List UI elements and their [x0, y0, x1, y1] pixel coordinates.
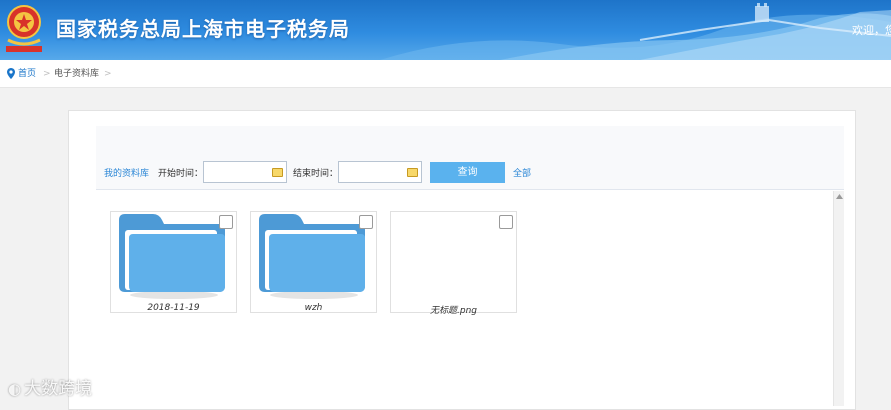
watermark-logo: ◐ 大数跨境 — [8, 374, 92, 399]
watermark-logo-icon: ◐ — [8, 380, 22, 398]
file-select-checkbox[interactable] — [499, 215, 513, 229]
file-select-checkbox[interactable] — [219, 215, 233, 229]
query-button[interactable]: 查询 — [430, 162, 505, 183]
vertical-scrollbar[interactable] — [833, 191, 844, 406]
file-select-checkbox[interactable] — [359, 215, 373, 229]
start-time-label: 开始时间： — [158, 169, 204, 179]
end-time-field[interactable] — [338, 161, 422, 185]
location-pin-icon — [7, 68, 15, 79]
folder-icon — [119, 214, 225, 299]
file-name: wzh — [304, 303, 323, 313]
watermark-text: 大数跨境 — [24, 379, 93, 399]
file-card[interactable]: wzh — [250, 211, 377, 313]
file-card[interactable]: 2018-11-19 — [110, 211, 237, 313]
scroll-up-arrow-icon[interactable] — [836, 194, 843, 199]
folder-icon — [259, 214, 365, 299]
site-header: 国家税务总局上海市电子税务局 欢迎，您 — [0, 0, 891, 60]
calendar-icon[interactable] — [272, 168, 283, 177]
file-card[interactable]: 无标题.png — [390, 211, 517, 316]
breadcrumb-separator: > — [104, 69, 112, 79]
file-name: 无标题.png — [430, 306, 477, 316]
breadcrumb: 首页 > 电子资料库 > — [0, 60, 891, 88]
file-name: 2018-11-19 — [147, 303, 200, 313]
all-link[interactable]: 全部 — [513, 166, 531, 179]
breadcrumb-current: 电子资料库 — [54, 69, 100, 79]
my-library-link[interactable]: 我的资料库 — [104, 166, 149, 179]
welcome-text[interactable]: 欢迎，您 — [852, 22, 891, 38]
tax-emblem-icon — [6, 5, 42, 52]
end-time-label: 结束时间： — [293, 169, 339, 179]
breadcrumb-separator: > — [43, 69, 51, 79]
site-title: 国家税务总局上海市电子税务局 — [56, 17, 350, 41]
breadcrumb-home-link[interactable]: 首页 — [18, 60, 36, 88]
start-time-field[interactable] — [203, 161, 287, 185]
calendar-icon[interactable] — [407, 168, 418, 177]
